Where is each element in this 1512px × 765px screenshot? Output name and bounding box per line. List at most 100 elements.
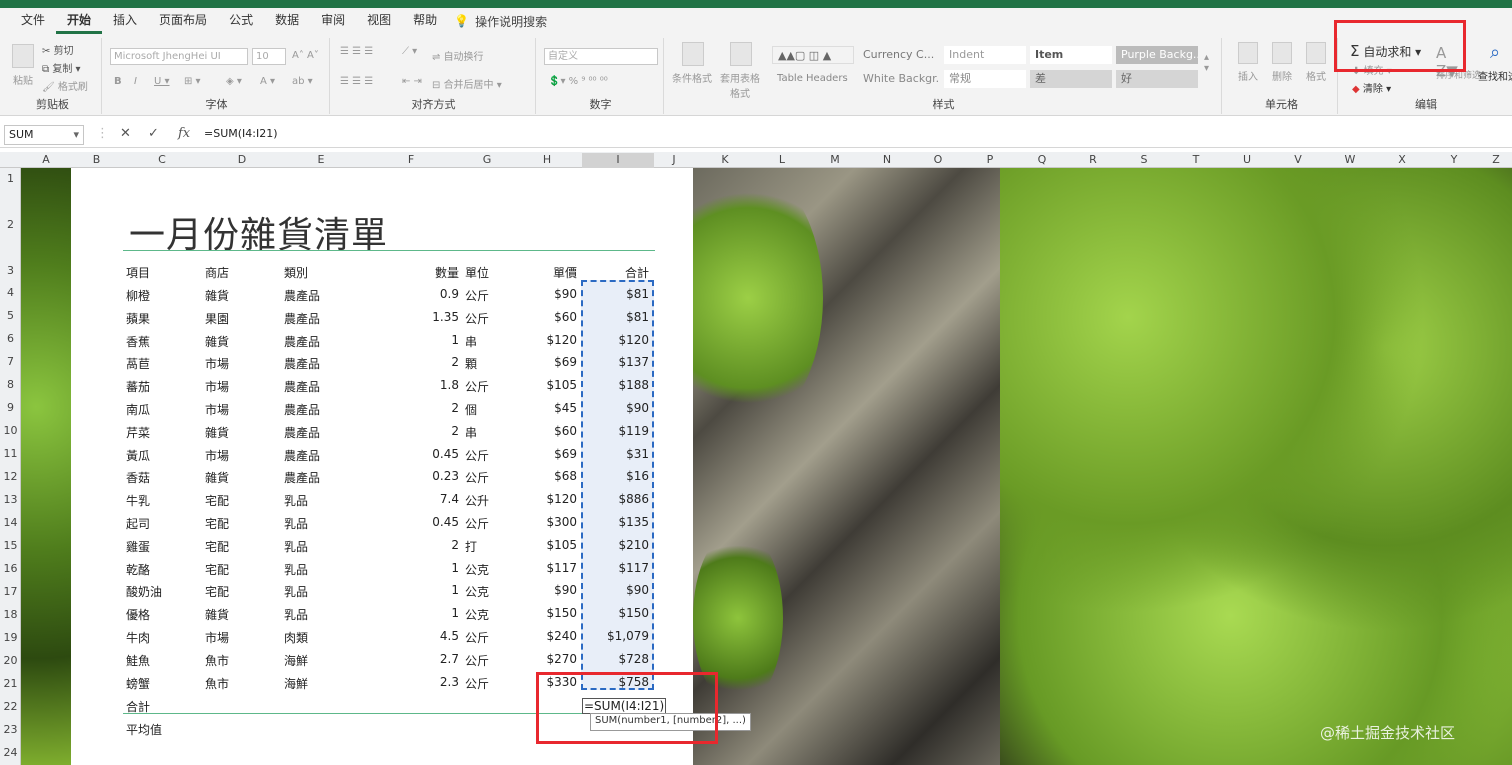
cell-item[interactable]: 酸奶油 (126, 583, 162, 600)
cell-store[interactable]: 宅配 (205, 492, 229, 509)
font-size-select[interactable]: 10 (252, 48, 286, 65)
enter-icon[interactable]: ✓ (148, 126, 159, 141)
find-select-button[interactable]: 查找和选择 (1478, 68, 1512, 83)
cell-item[interactable]: 牛肉 (126, 629, 150, 646)
cell-qty[interactable]: 2 (409, 355, 459, 369)
phonetic-icon[interactable]: ab ▾ (292, 76, 313, 87)
column-header-w[interactable]: W (1324, 153, 1376, 166)
cell-category[interactable]: 乳品 (284, 606, 308, 623)
cell-qty[interactable]: 4.5 (409, 629, 459, 643)
cell-price[interactable]: $105 (527, 538, 577, 552)
cell-item[interactable]: 牛乳 (126, 492, 150, 509)
row-header-1[interactable]: 1 (0, 172, 21, 185)
search-icon[interactable]: ⌕ (1490, 42, 1500, 63)
cell-price[interactable]: $117 (527, 561, 577, 575)
column-header-t[interactable]: T (1170, 153, 1222, 166)
row-header-12[interactable]: 12 (0, 470, 21, 483)
tab-formulas[interactable]: 公式 (218, 8, 264, 34)
cell-store[interactable]: 雜貨 (205, 469, 229, 486)
cell-price[interactable]: $60 (527, 310, 577, 324)
row-header-7[interactable]: 7 (0, 355, 21, 368)
cell-unit[interactable]: 公斤 (465, 675, 489, 692)
row-header-15[interactable]: 15 (0, 539, 21, 552)
cell-store[interactable]: 魚市 (205, 652, 229, 669)
style-item[interactable]: Item (1030, 46, 1112, 64)
row-header-4[interactable]: 4 (0, 286, 21, 299)
column-header-i[interactable]: I (582, 153, 654, 168)
cell-item[interactable]: 優格 (126, 606, 150, 623)
cell-unit[interactable]: 公斤 (465, 378, 489, 395)
column-header-x[interactable]: X (1376, 153, 1428, 166)
column-header-a[interactable]: A (21, 153, 71, 166)
column-header-d[interactable]: D (202, 153, 282, 166)
style-table-headers[interactable]: Table Headers (772, 70, 854, 88)
cell-total[interactable]: $150 (591, 606, 649, 620)
column-header-m[interactable]: M (808, 153, 862, 166)
cell-price[interactable]: $105 (527, 378, 577, 392)
style-white-background[interactable]: White Backgr... (858, 70, 940, 88)
cell-category[interactable]: 乳品 (284, 492, 308, 509)
cell-unit[interactable]: 公克 (465, 561, 489, 578)
column-header-u[interactable]: U (1222, 153, 1272, 166)
cell-qty[interactable]: 1 (409, 561, 459, 575)
column-header-h[interactable]: H (512, 153, 582, 166)
delete-button[interactable]: 删除 (1272, 68, 1292, 83)
column-header-s[interactable]: S (1118, 153, 1170, 166)
row-header-21[interactable]: 21 (0, 677, 21, 690)
tab-data[interactable]: 数据 (264, 8, 310, 34)
cell-qty[interactable]: 0.45 (409, 447, 459, 461)
column-header-v[interactable]: V (1272, 153, 1324, 166)
merge-center-button[interactable]: ⊟ 合并后居中 ▾ (432, 76, 502, 91)
cell-unit[interactable]: 公克 (465, 606, 489, 623)
name-box[interactable]: SUM ▾ (4, 125, 84, 145)
cell-item[interactable]: 雞蛋 (126, 538, 150, 555)
row-header-13[interactable]: 13 (0, 493, 21, 506)
row-header-3[interactable]: 3 (0, 264, 21, 277)
cell-qty[interactable]: 2 (409, 401, 459, 415)
column-header-c[interactable]: C (122, 153, 202, 166)
cell-price[interactable]: $120 (527, 492, 577, 506)
cell-price[interactable]: $120 (527, 333, 577, 347)
cell-store[interactable]: 市場 (205, 355, 229, 372)
tab-file[interactable]: 文件 (10, 8, 56, 34)
cell-category[interactable]: 農產品 (284, 355, 320, 372)
table-format-icon[interactable] (730, 42, 752, 66)
cell-item[interactable]: 蕃茄 (126, 378, 150, 395)
cell-category[interactable]: 乳品 (284, 561, 308, 578)
format-button[interactable]: 格式 (1306, 68, 1326, 83)
cell-category[interactable]: 乳品 (284, 583, 308, 600)
tab-review[interactable]: 审阅 (310, 8, 356, 34)
cell-total[interactable]: $1,079 (591, 629, 649, 643)
tab-help[interactable]: 帮助 (402, 8, 448, 34)
cell-store[interactable]: 宅配 (205, 515, 229, 532)
cell-item[interactable]: 芹菜 (126, 424, 150, 441)
cell-total[interactable]: $90 (591, 401, 649, 415)
cell-total[interactable]: $137 (591, 355, 649, 369)
cell-total[interactable]: $31 (591, 447, 649, 461)
cell-qty[interactable]: 0.9 (409, 287, 459, 301)
paste-icon[interactable] (12, 44, 34, 68)
cell-category[interactable]: 肉類 (284, 629, 308, 646)
cell-store[interactable]: 宅配 (205, 538, 229, 555)
formula-input[interactable]: =SUM(I4:I21) (204, 127, 278, 140)
row-header-9[interactable]: 9 (0, 401, 21, 414)
cell-category[interactable]: 農產品 (284, 287, 320, 304)
cell-price[interactable]: $240 (527, 629, 577, 643)
column-header-e[interactable]: E (282, 153, 360, 166)
cell-qty[interactable]: 2.3 (409, 675, 459, 689)
cell-qty[interactable]: 2 (409, 424, 459, 438)
cell-qty[interactable]: 1.8 (409, 378, 459, 392)
delete-icon[interactable] (1272, 42, 1292, 64)
cell-store[interactable]: 宅配 (205, 583, 229, 600)
column-header-r[interactable]: R (1068, 153, 1118, 166)
cell-store[interactable]: 市場 (205, 378, 229, 395)
cell-category[interactable]: 農產品 (284, 424, 320, 441)
cell-store[interactable]: 市場 (205, 401, 229, 418)
cell-qty[interactable]: 7.4 (409, 492, 459, 506)
cell-item[interactable]: 香菇 (126, 469, 150, 486)
cell-unit[interactable]: 公斤 (465, 652, 489, 669)
column-header-j[interactable]: J (654, 153, 694, 166)
cell-unit[interactable]: 公斤 (465, 447, 489, 464)
row-header-8[interactable]: 8 (0, 378, 21, 391)
cell-category[interactable]: 農產品 (284, 447, 320, 464)
